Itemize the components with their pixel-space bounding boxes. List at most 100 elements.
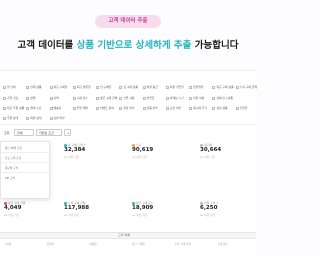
- filter-chip[interactable]: 추천인: [235, 105, 249, 111]
- dropdown-item[interactable]: 재구매 고객: [5, 166, 18, 170]
- filter-chip[interactable]: 환불 여부: [118, 105, 135, 111]
- filter-chip[interactable]: 최근 구매 상품: [211, 84, 234, 90]
- kpi-sub: vs. 이전 기간: [64, 214, 79, 217]
- checkbox-icon[interactable]: [235, 106, 239, 110]
- filter-chip[interactable]: 리뷰 작성: [188, 95, 205, 101]
- checkbox-icon[interactable]: [165, 85, 169, 89]
- checkbox-icon[interactable]: [49, 85, 53, 89]
- checkbox-icon[interactable]: [119, 96, 123, 100]
- filter-chip[interactable]: 휴면 여부: [49, 115, 66, 121]
- filter-chip[interactable]: 회원 상태: [25, 115, 42, 121]
- checkbox-icon[interactable]: [49, 116, 53, 120]
- hero-title-highlight: 상품 기반으로 상세하게 추출: [76, 40, 192, 51]
- saved-condition-select[interactable]: 저장된 조건: [36, 129, 62, 136]
- checkbox-icon[interactable]: [189, 96, 193, 100]
- kpi-value: 6,250: [200, 205, 218, 211]
- filter-chip[interactable]: 주문 상태: [2, 115, 19, 121]
- filter-chip[interactable]: 최근 방문일: [72, 84, 92, 90]
- dropdown-item[interactable]: VIP 고객: [5, 176, 15, 180]
- filter-chip-label: 결제 수단: [30, 106, 42, 110]
- filter-chip[interactable]: 전체 상품: [25, 84, 42, 90]
- checkbox-icon[interactable]: [3, 85, 6, 89]
- filter-chip[interactable]: 첫 구매 상품: [118, 84, 139, 90]
- dropdown-item[interactable]: 신규 고객 조건: [5, 156, 21, 160]
- checkbox-icon[interactable]: [26, 106, 30, 110]
- checkbox-icon[interactable]: [72, 85, 76, 89]
- filter-chip[interactable]: 평균 구매 금액: [95, 95, 118, 101]
- filter-chip-label: 적립금: [146, 96, 155, 100]
- filter-chip[interactable]: 적립금: [142, 95, 156, 101]
- filter-chip-label: 평균 구매 금액: [100, 96, 118, 100]
- table-column-header[interactable]: 이메일: [89, 242, 96, 246]
- dropdown-item[interactable]: 최근 90일 조건: [5, 146, 22, 150]
- checkbox-icon[interactable]: [212, 96, 216, 100]
- period-select[interactable]: 전체: [14, 129, 34, 136]
- filter-chip[interactable]: 장바구니 상품: [211, 95, 233, 101]
- checkbox-icon[interactable]: [235, 85, 239, 89]
- checkbox-icon[interactable]: [165, 106, 169, 110]
- checkbox-icon[interactable]: [189, 85, 193, 89]
- filter-chip[interactable]: 반품 여부: [142, 105, 159, 111]
- checkbox-icon[interactable]: [212, 85, 216, 89]
- filter-chip[interactable]: 행 선택: [2, 84, 17, 90]
- checkbox-icon[interactable]: [142, 96, 146, 100]
- checkbox-icon[interactable]: [26, 116, 30, 120]
- add-condition-button[interactable]: +: [64, 129, 71, 136]
- checkbox-icon[interactable]: [142, 106, 146, 110]
- table-column-header[interactable]: 누적 구매 금액: [175, 242, 191, 246]
- filter-chip-label: 유입 채널: [76, 106, 88, 110]
- filter-chip[interactable]: 가입 경로: [2, 95, 19, 101]
- table-column-header[interactable]: 연락처: [47, 242, 54, 246]
- filter-chip-label: 최근 구매일: [53, 85, 68, 89]
- checkbox-icon[interactable]: [72, 96, 76, 100]
- checkbox-icon[interactable]: [3, 96, 6, 100]
- filter-chip[interactable]: 생년월일: [188, 84, 204, 90]
- filter-chip[interactable]: 이벤트 참여: [95, 105, 115, 111]
- hero-title-part2: 가능합니다: [191, 40, 239, 51]
- checkbox-icon[interactable]: [212, 106, 216, 110]
- filter-chip[interactable]: 회원 가입일: [165, 84, 185, 90]
- filter-chip[interactable]: 재구매 주기: [188, 105, 208, 111]
- checkbox-icon[interactable]: [96, 96, 100, 100]
- filter-chip[interactable]: 마케팅 수신: [165, 95, 185, 101]
- filter-chip[interactable]: 결제 수단: [25, 105, 42, 111]
- checkbox-icon[interactable]: [119, 106, 123, 110]
- checkbox-icon[interactable]: [189, 106, 193, 110]
- filter-chip[interactable]: 구매 횟수: [72, 95, 89, 101]
- checkbox-icon[interactable]: [96, 85, 100, 89]
- filter-chip[interactable]: 회원 등급: [142, 84, 159, 90]
- kpi-sub: vs. 이전 기간: [200, 214, 215, 217]
- checkbox-icon[interactable]: [3, 116, 6, 120]
- table-column-header[interactable]: 고객명: [4, 242, 11, 246]
- checkbox-icon[interactable]: [119, 85, 123, 89]
- filter-chip-label: 회원 상태: [30, 116, 42, 120]
- filter-chip[interactable]: 최근 구매일: [49, 84, 69, 90]
- dropdown-divider: [1, 162, 51, 163]
- checkbox-icon[interactable]: [49, 96, 53, 100]
- checkbox-icon[interactable]: [26, 96, 30, 100]
- hero-title: 고객 데이터를 상품 기반으로 상세하게 추출 가능합니다: [8, 39, 248, 53]
- filter-chip-label: 반품 여부: [146, 106, 158, 110]
- filter-chip[interactable]: 배송지: [49, 105, 63, 111]
- filter-chip-label: 지역: [53, 96, 59, 100]
- table-column-header[interactable]: 구매 횟수: [217, 242, 227, 246]
- checkbox-icon[interactable]: [165, 96, 169, 100]
- checkbox-icon[interactable]: [26, 85, 30, 89]
- filter-chip[interactable]: 최근 주문 상품: [2, 105, 25, 111]
- filter-chip-label: 환불 여부: [123, 106, 135, 110]
- checkbox-icon[interactable]: [49, 106, 53, 110]
- filter-chip[interactable]: 관심 상품: [211, 105, 228, 111]
- filter-chip[interactable]: 지역: [49, 95, 60, 101]
- checkbox-icon[interactable]: [96, 106, 100, 110]
- checkbox-icon[interactable]: [142, 85, 146, 89]
- checkbox-icon[interactable]: [72, 106, 76, 110]
- checkbox-icon[interactable]: [3, 106, 6, 110]
- filter-chip[interactable]: 누적 구매 금액: [235, 84, 258, 90]
- filter-chip[interactable]: 쿠폰 사용: [118, 95, 135, 101]
- filter-chip-label: 휴면 여부: [53, 116, 65, 120]
- filter-chip[interactable]: 성별: [25, 95, 36, 101]
- filter-chip[interactable]: 첫 구매일: [95, 84, 112, 90]
- filter-chip[interactable]: 유입 채널: [72, 105, 89, 111]
- table-column-header[interactable]: 최근 구매일: [132, 242, 145, 246]
- filter-chip[interactable]: 교환 여부: [165, 105, 182, 111]
